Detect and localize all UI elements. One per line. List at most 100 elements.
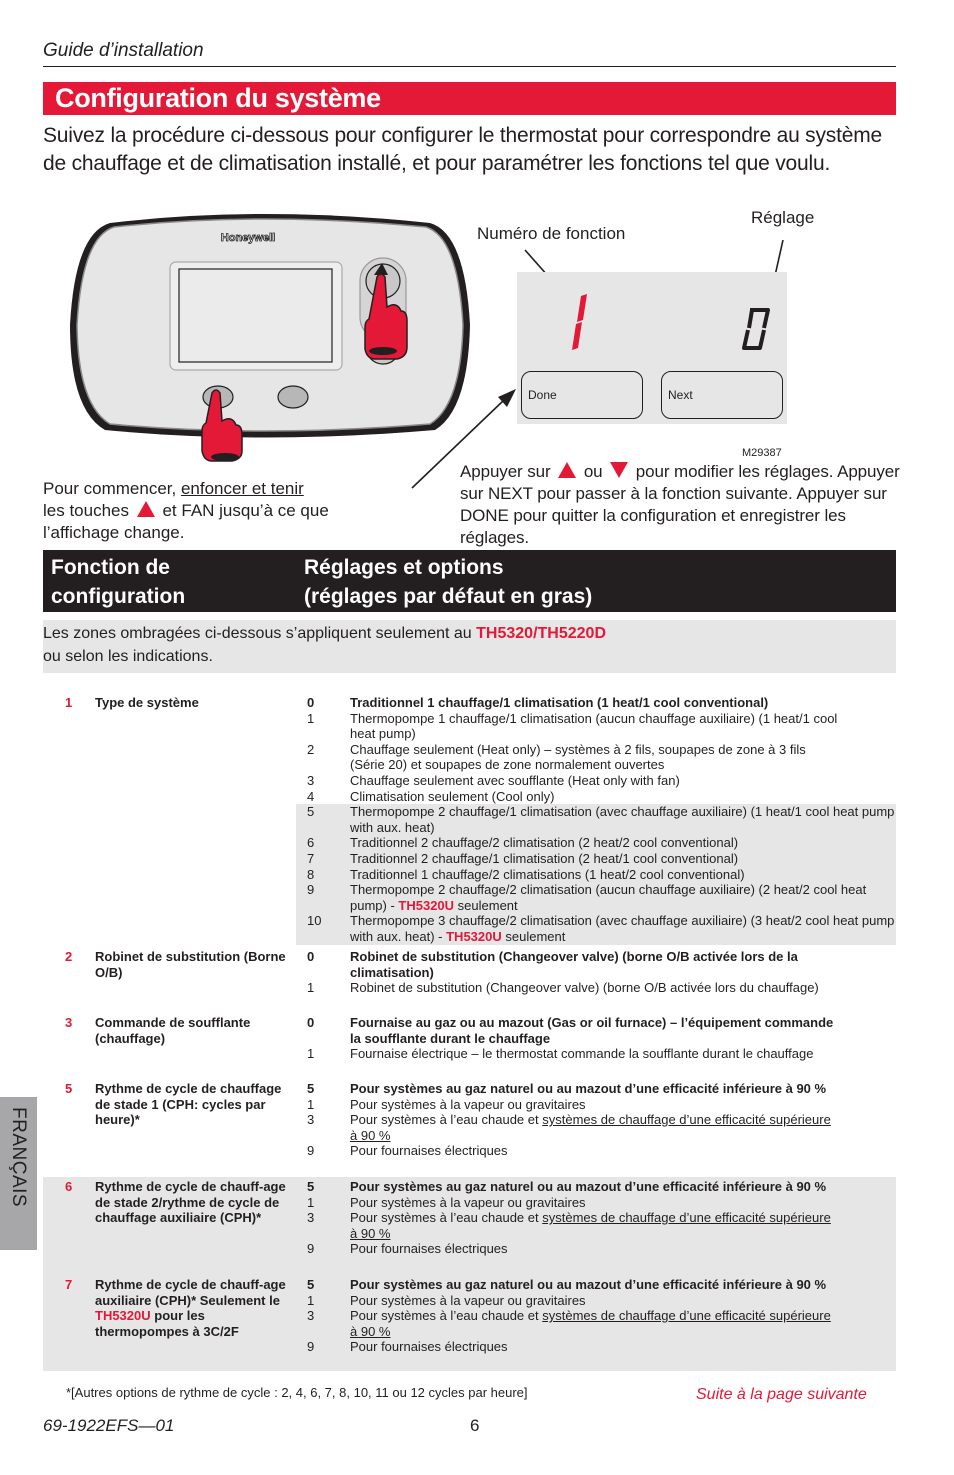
option-value: 10 [307,913,322,929]
footnote: *[Autres options de rythme de cycle : 2,… [66,1385,528,1400]
option-item: 7 Traditionnel 2 chauffage/1 climatisatio… [296,850,896,867]
shade-note-pre: Les zones ombragées ci-dessous s’appliqu… [43,625,477,642]
option-item: 1 Thermopompe 1 chauffage/1 climatisation… [296,711,840,742]
option-text: Traditionnel 2 chauffage/2 climatisation… [350,835,739,851]
function-number: 1 [65,695,73,710]
thermostat-screen [178,268,333,363]
option-text: Pour fournaises électriques [350,1143,508,1159]
option-text: Pour systèmes au gaz naturel ou au mazou… [350,1081,827,1096]
option-item: 1 Robinet de substitution (Changeover val… [296,980,840,996]
option-item: 1 Pour systèmes à la vapeur ou gravitaire… [296,1195,840,1211]
option-value: 8 [307,866,315,882]
underlined-text: systèmes de chauffage d’une efficacité s… [350,1112,831,1143]
option-text: Pour fournaises électriques [350,1339,508,1355]
option-item: 9 Pour fournaises électriques [296,1143,840,1159]
option-text: Fournaise électrique – le thermostat com… [350,1046,814,1062]
option-value: 5 [307,1081,315,1096]
option-text: Pour fournaises électriques [350,1241,508,1257]
option-text: Pour systèmes à l’eau chaude et systèmes… [350,1308,831,1339]
option-text: Fournaise au gaz ou au mazout (Gas or oi… [350,1015,834,1046]
option-value: 3 [307,1210,315,1226]
arrow-head-icon [498,389,516,407]
option-item: 3 Pour systèmes à l’eau chaude et système… [296,1112,840,1143]
shaded-zones-note: Les zones ombragées ci-dessous s’appliqu… [43,620,896,673]
option-value: 6 [307,835,315,851]
option-item: 5 Pour systèmes au gaz naturel ou au mazo… [296,1179,840,1195]
setting-label: Réglage [751,208,815,227]
option-item: 9 Thermopompe 2 chauffage/2 climatisation… [296,882,896,914]
next-button[interactable]: Next [661,371,783,419]
option-item: 1 Pour systèmes à la vapeur ou gravitaire… [296,1097,840,1113]
function-number: 2 [65,949,73,964]
shade-note-post: ou selon les indications. [43,648,213,665]
option-value: 1 [307,710,315,726]
function-name: Robinet de substitution (Borne O/B) [95,949,286,980]
option-value: 0 [307,1015,315,1030]
function-digit-value: 1 [564,302,565,303]
lcd-display-closeup: 1 0 Done Next [517,272,787,424]
option-value: 7 [307,850,315,866]
option-text: Climatisation seulement (Cool only) [350,788,555,804]
option-item: 0 Traditionnel 1 chauffage/1 climatisatio… [296,695,840,711]
option-value: 1 [307,1194,315,1210]
col-header-settings-line2: (réglages par défaut en gras) [304,585,593,608]
option-item: 3 Pour systèmes à l’eau chaude et système… [296,1308,840,1339]
underlined-text: systèmes de chauffage d’une efficacité s… [350,1210,831,1241]
option-value: 1 [307,1046,315,1062]
up-arrow-icon [558,462,577,478]
option-item: 6 Traditionnel 2 chauffage/2 climatisatio… [296,835,896,851]
function-digit-segment [572,294,587,350]
or-text: ou [583,462,603,481]
table-row: 7 Rythme de cycle de chauff-age auxiliair… [43,1275,896,1371]
up-arrow-icon [136,501,155,517]
option-text: Chauffage seulement avec soufflante (Hea… [350,772,680,788]
system-button [277,385,309,409]
option-list: 0 Robinet de substitution (Changeover val… [296,949,896,996]
option-item: 3 Pour systèmes à l’eau chaude et système… [296,1210,840,1241]
start-instruction: Pour commencer, enfoncer et tenir les to… [43,478,403,544]
edit-instruction: Appuyer sur ou pour modifier les réglage… [460,461,900,549]
option-item: 8 Traditionnel 1 chauffage/2 climatisatio… [296,866,896,883]
option-list: 5 Pour systèmes au gaz naturel ou au mazo… [296,1081,896,1159]
language-tab: FRANÇAIS [0,1097,37,1250]
option-text: Pour systèmes à l’eau chaude et systèmes… [350,1112,831,1143]
done-button[interactable]: Done [521,371,643,419]
language-tab-label: FRANÇAIS [8,1107,29,1208]
option-value: 3 [307,1112,315,1128]
col-header-function-line1: Fonction de [51,556,170,579]
setting-digit-value: 0 [747,322,748,323]
table-header: Fonction de configuration Réglages et op… [43,550,896,612]
option-item: 0 Robinet de substitution (Changeover val… [296,949,840,980]
option-list: 0 Traditionnel 1 chauffage/1 climatisatio… [296,695,896,945]
col-header-settings: Réglages et options (réglages par défaut… [304,553,864,611]
page-number: 6 [470,1416,480,1435]
section-title-bar: Configuration du système [43,82,896,115]
option-value: 3 [307,1308,315,1324]
continued-note: Suite à la page suivante [696,1386,867,1403]
option-value: 2 [307,741,315,757]
option-text: Thermopompe 2 chauffage/2 climatisation … [350,882,867,913]
option-item: 9 Pour fournaises électriques [296,1241,840,1257]
option-value: 1 [307,980,315,996]
function-name: Rythme de cycle de chauff-age de stade 2… [95,1179,286,1226]
option-item: 1 Fournaise électrique – le thermostat co… [296,1046,840,1062]
option-value: 9 [307,1339,315,1355]
underlined-text: systèmes de chauffage d’une efficacité s… [350,1308,831,1339]
option-item: 2 Chauffage seulement (Heat only) – systè… [296,742,840,773]
option-item: 1 Pour systèmes à la vapeur ou gravitaire… [296,1293,840,1309]
option-item: 5 Thermopompe 2 chauffage/1 climatisation… [296,804,896,836]
function-number: 7 [65,1277,73,1292]
shaded-zones-note-text: Les zones ombragées ci-dessous s’appliqu… [43,622,606,668]
option-text: Robinet de substitution (Changeover valv… [350,949,798,980]
option-list: 5 Pour systèmes au gaz naturel ou au mazo… [296,1277,896,1355]
setting-digit-segment [742,308,770,350]
table-row: 6 Rythme de cycle de chauff-age de stade … [43,1177,896,1275]
option-item: 0 Fournaise au gaz ou au mazout (Gas or o… [296,1015,840,1046]
option-text: Thermopompe 3 chauffage/2 climatisation … [350,913,895,944]
option-text: Traditionnel 1 chauffage/1 climatisation… [350,695,769,710]
option-text: Thermopompe 2 chauffage/1 climatisation … [350,804,895,835]
option-item: 5 Pour systèmes au gaz naturel ou au mazo… [296,1081,840,1097]
function-number: 5 [65,1081,73,1096]
section-title: Configuration du système [55,83,381,113]
brand-logo: Honeywell [221,232,275,244]
